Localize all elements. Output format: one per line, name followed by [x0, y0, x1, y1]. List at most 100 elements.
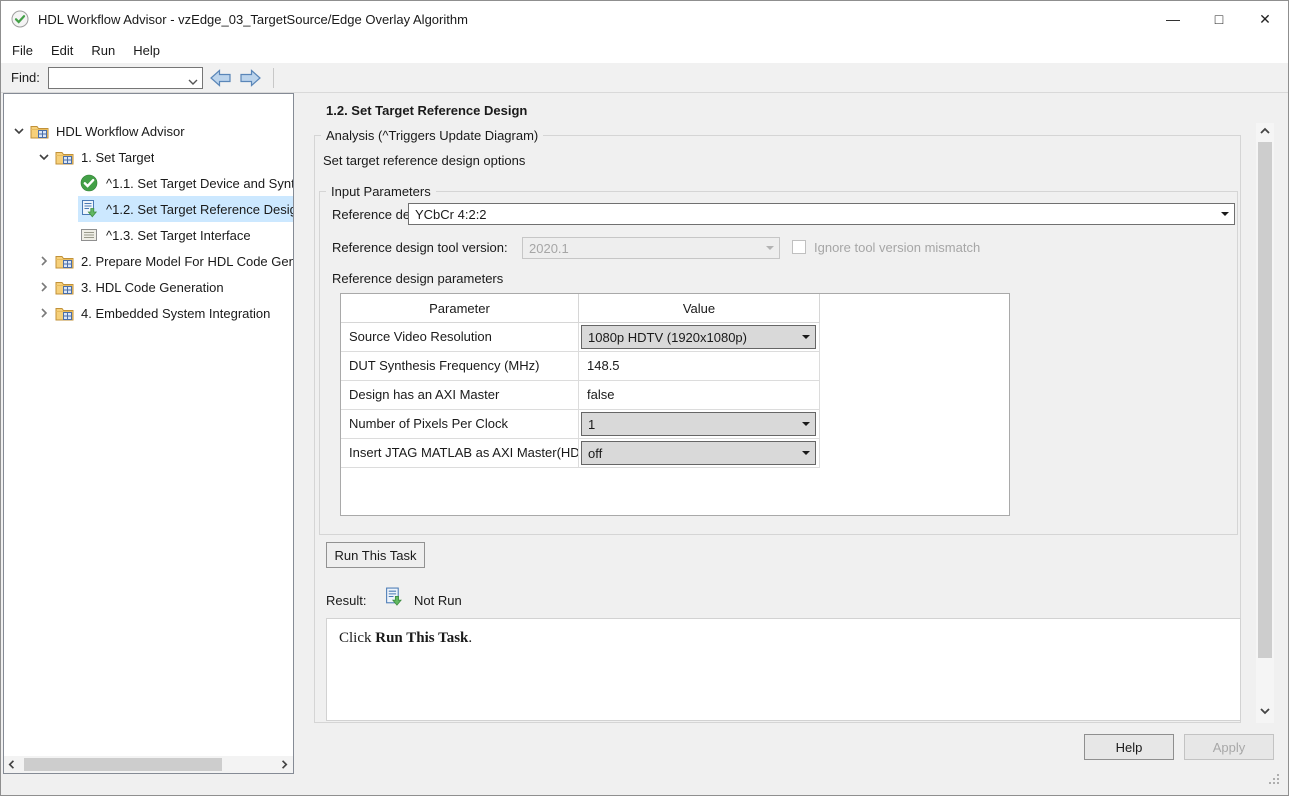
find-forward-button[interactable]	[239, 68, 263, 88]
message-prefix: Click	[339, 630, 375, 646]
menu-file[interactable]: File	[3, 39, 42, 62]
app-check-icon	[11, 10, 29, 28]
dut-synthesis-frequency-value[interactable]: 148.5	[579, 352, 819, 380]
message-suffix: .	[468, 630, 472, 646]
tree-horizontal-scrollbar[interactable]	[4, 756, 293, 773]
parameters-table: Parameter Value Source Video Resolution …	[340, 293, 1010, 516]
tree-item-root[interactable]: HDL Workflow Advisor	[4, 118, 293, 144]
resize-grip[interactable]	[1269, 773, 1280, 788]
title-bar: HDL Workflow Advisor - vzEdge_03_TargetS…	[1, 1, 1288, 37]
tree-item-label: ^1.3. Set Target Interface	[106, 228, 251, 243]
workflow-tree-panel: HDL Workflow Advisor 1. Set Target ^1.1.…	[3, 93, 294, 774]
status-badge: Not Run	[414, 593, 462, 608]
run-this-task-button[interactable]: Run This Task	[326, 542, 425, 568]
scrollbar-thumb[interactable]	[24, 758, 222, 771]
toolbar-separator	[273, 68, 274, 88]
minimize-button[interactable]: —	[1150, 1, 1196, 37]
window-title: HDL Workflow Advisor - vzEdge_03_TargetS…	[38, 12, 468, 27]
reference-design-parameters-label: Reference design parameters	[332, 271, 503, 286]
scroll-up-icon[interactable]	[1258, 125, 1272, 142]
tool-version-dropdown-disabled: 2020.1	[522, 237, 780, 259]
result-message-box: Click Run This Task.	[326, 618, 1241, 721]
table-row: Source Video Resolution 1080p HDTV (1920…	[341, 323, 1009, 352]
tool-version-label: Reference design tool version:	[332, 240, 508, 255]
dropdown-arrow-icon	[802, 451, 810, 459]
find-text-field[interactable]	[53, 69, 183, 87]
column-header-value: Value	[579, 294, 820, 323]
tree-item-label: 3. HDL Code Generation	[81, 280, 224, 295]
source-video-resolution-dropdown[interactable]: 1080p HDTV (1920x1080p)	[581, 325, 816, 349]
ignore-mismatch-label: Ignore tool version mismatch	[814, 240, 980, 255]
maximize-button[interactable]: □	[1196, 1, 1242, 37]
dropdown-arrow-icon	[766, 246, 774, 254]
table-row: DUT Synthesis Frequency (MHz) 148.5	[341, 352, 1009, 381]
result-label: Result:	[326, 593, 366, 608]
chevron-right-icon[interactable]	[35, 307, 53, 319]
tree-item-1-2[interactable]: ^1.2. Set Target Reference Desig	[4, 196, 293, 222]
page-title: 1.2. Set Target Reference Design	[326, 103, 527, 118]
tree-item-label: HDL Workflow Advisor	[56, 124, 185, 139]
message-bold: Run This Task	[375, 630, 468, 646]
tree-item-label: ^1.2. Set Target Reference Desig	[106, 202, 293, 217]
analysis-group-label: Analysis (^Triggers Update Diagram)	[321, 128, 543, 143]
tree-item-label: ^1.1. Set Target Device and Synth	[106, 176, 293, 191]
dropdown-arrow-icon	[802, 422, 810, 430]
dropdown-arrow-icon	[1221, 212, 1229, 220]
find-back-button[interactable]	[209, 68, 233, 88]
find-label: Find:	[11, 70, 40, 85]
tree-item-1-3[interactable]: ^1.3. Set Target Interface	[4, 222, 293, 248]
jtag-axi-master-dropdown[interactable]: off	[581, 441, 816, 465]
menu-help[interactable]: Help	[124, 39, 169, 62]
panel-vertical-scrollbar[interactable]	[1256, 123, 1274, 723]
chevron-right-icon[interactable]	[35, 255, 53, 267]
pixels-per-clock-dropdown[interactable]: 1	[581, 412, 816, 436]
tree-item-1-1[interactable]: ^1.1. Set Target Device and Synth	[4, 170, 293, 196]
input-parameters-groupbox: Input Parameters Reference design: YCbCr…	[319, 191, 1238, 535]
close-button[interactable]: ✕	[1242, 1, 1288, 37]
tree-item-label: 4. Embedded System Integration	[81, 306, 270, 321]
tree-item-label: 2. Prepare Model For HDL Code Gene	[81, 254, 293, 269]
menu-edit[interactable]: Edit	[42, 39, 82, 62]
scroll-left-icon[interactable]	[6, 758, 19, 774]
run-task-icon	[80, 200, 100, 218]
table-header-row: Parameter Value	[341, 294, 1009, 323]
chevron-down-icon[interactable]	[10, 125, 28, 137]
folder-icon	[30, 122, 50, 140]
scrollbar-thumb[interactable]	[1258, 142, 1272, 658]
chevron-right-icon[interactable]	[35, 281, 53, 293]
tree-item-3[interactable]: 3. HDL Code Generation	[4, 274, 293, 300]
hdl-workflow-advisor-window: HDL Workflow Advisor - vzEdge_03_TargetS…	[0, 0, 1289, 796]
task-description: Set target reference design options	[323, 153, 525, 168]
list-icon	[80, 226, 100, 244]
green-check-icon	[80, 174, 100, 192]
help-button[interactable]: Help	[1084, 734, 1174, 760]
table-row: Design has an AXI Master false	[341, 381, 1009, 410]
table-row: Number of Pixels Per Clock 1	[341, 410, 1009, 439]
design-has-axi-master-value[interactable]: false	[579, 381, 819, 409]
reference-design-dropdown[interactable]: YCbCr 4:2:2	[408, 203, 1235, 225]
scroll-down-icon[interactable]	[1258, 704, 1272, 721]
folder-icon	[55, 278, 75, 296]
apply-button-disabled: Apply	[1184, 734, 1274, 760]
menu-bar: File Edit Run Help	[1, 37, 1288, 63]
tree-item-set-target[interactable]: 1. Set Target	[4, 144, 293, 170]
column-header-parameter: Parameter	[341, 294, 579, 323]
ignore-mismatch-checkbox	[792, 240, 806, 254]
dropdown-arrow-icon	[802, 335, 810, 343]
folder-icon	[55, 304, 75, 322]
find-toolbar: Find:	[1, 63, 1288, 93]
tree-item-2[interactable]: 2. Prepare Model For HDL Code Gene	[4, 248, 293, 274]
task-detail-panel: 1.2. Set Target Reference Design Analysi…	[294, 93, 1287, 794]
chevron-down-icon[interactable]	[188, 74, 198, 89]
input-parameters-label: Input Parameters	[326, 184, 436, 199]
chevron-down-icon[interactable]	[35, 151, 53, 163]
table-row: Insert JTAG MATLAB as AXI Master(HD... o…	[341, 439, 1009, 468]
folder-icon	[55, 148, 75, 166]
scroll-right-icon[interactable]	[277, 758, 290, 774]
tree-item-label: 1. Set Target	[81, 150, 154, 165]
not-run-status-icon	[384, 586, 404, 608]
tree-item-4[interactable]: 4. Embedded System Integration	[4, 300, 293, 326]
find-input[interactable]	[48, 67, 203, 89]
menu-run[interactable]: Run	[82, 39, 124, 62]
folder-icon	[55, 252, 75, 270]
